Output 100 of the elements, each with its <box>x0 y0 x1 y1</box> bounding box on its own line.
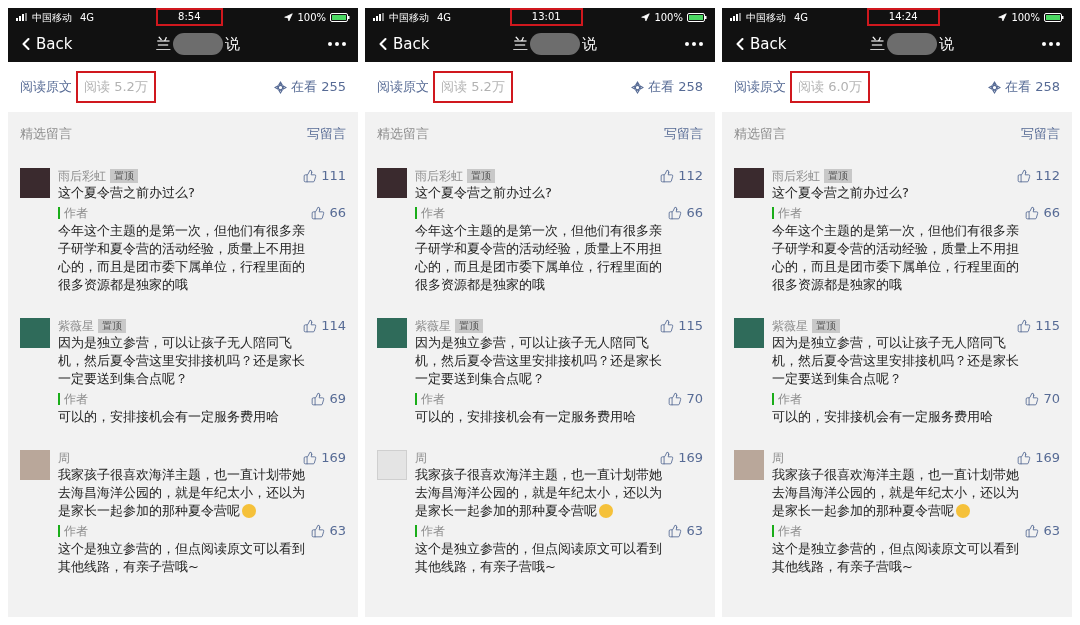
battery-icon <box>330 12 350 22</box>
carrier-name: 中国移动 <box>746 10 786 25</box>
battery-icon <box>1044 12 1064 22</box>
thumbs-up-icon[interactable] <box>660 318 675 333</box>
section-title: 精选留言 <box>377 125 429 143</box>
thumbs-up-icon[interactable] <box>1025 205 1040 220</box>
commenter-name: 紫薇星 <box>772 317 808 335</box>
read-original-link[interactable]: 阅读原文 <box>734 77 786 97</box>
thumbs-up-icon[interactable] <box>1017 168 1032 183</box>
read-count: 阅读 5.2万 <box>433 71 513 103</box>
watching-count: 在看 258 <box>1005 78 1060 97</box>
thumbs-up-icon[interactable] <box>668 391 683 406</box>
flower-icon[interactable] <box>274 80 288 94</box>
like-count: 169 <box>321 448 346 467</box>
read-original-link[interactable]: 阅读原文 <box>377 77 429 97</box>
back-button[interactable]: Back <box>373 32 430 56</box>
commenter-name: 周 <box>415 449 427 467</box>
reply-text: 今年这个主题的是第一次，但他们有很多亲子研学和夏令营的活动经验，质量上不用担心的，而且是团市委下属单位，行程里面的很多资源都是独家的哦 <box>772 221 1020 294</box>
thumbs-up-icon[interactable] <box>1017 318 1032 333</box>
like-count: 115 <box>678 316 703 335</box>
status-time: 8:54 <box>156 8 223 26</box>
commenter-name: 雨后彩虹 <box>772 167 820 185</box>
like-count: 169 <box>1035 448 1060 467</box>
status-time: 14:24 <box>866 8 940 26</box>
thumbs-up-icon[interactable] <box>660 168 675 183</box>
commenter-name: 周 <box>58 449 70 467</box>
commenter-name: 紫薇星 <box>58 317 94 335</box>
back-button[interactable]: Back <box>16 32 73 56</box>
network-type: 4G <box>80 10 95 25</box>
thumbs-up-icon[interactable] <box>303 168 318 183</box>
back-button[interactable]: Back <box>730 32 787 56</box>
comment-text: 我家孩子很喜欢海洋主题，也一直计划带她去海昌海洋公园的，就是年纪太小，还以为是家长一起参加的那种夏令营呢 <box>772 465 1020 520</box>
carrier-name: 中国移动 <box>389 10 429 25</box>
author-label: 作者 <box>58 524 88 537</box>
title-end: 说 <box>939 33 955 55</box>
title-end: 说 <box>225 33 241 55</box>
thumbs-up-icon[interactable] <box>311 523 326 538</box>
carrier-name: 中国移动 <box>32 10 72 25</box>
watching-count: 在看 258 <box>648 78 703 97</box>
title-end: 说 <box>582 33 598 55</box>
blurred-region <box>887 33 938 55</box>
author-label: 作者 <box>58 206 88 219</box>
read-count: 阅读 5.2万 <box>76 71 156 103</box>
author-label: 作者 <box>772 524 802 537</box>
author-label: 作者 <box>415 524 445 537</box>
section-title: 精选留言 <box>734 125 786 143</box>
like-count: 70 <box>1043 389 1060 408</box>
reply-text: 今年这个主题的是第一次，但他们有很多亲子研学和夏令营的活动经验，质量上不用担心的，而且是团市委下属单位，行程里面的很多资源都是独家的哦 <box>58 221 306 294</box>
emoji-icon <box>956 504 970 518</box>
thumbs-up-icon[interactable] <box>1025 391 1040 406</box>
reply-text: 可以的，安排接机会有一定服务费用哈 <box>772 407 994 426</box>
status-time: 13:01 <box>509 8 583 26</box>
commenter-name: 紫薇星 <box>415 317 451 335</box>
title-start: 兰 <box>513 33 529 55</box>
pinned-badge: 置顶 <box>467 168 495 183</box>
comment-text: 这个夏令营之前办过么? <box>58 183 196 202</box>
like-count: 63 <box>1043 521 1060 540</box>
reply-text: 今年这个主题的是第一次，但他们有很多亲子研学和夏令营的活动经验，质量上不用担心的，而且是团市委下属单位，行程里面的很多资源都是独家的哦 <box>415 221 663 294</box>
battery-percent: 100% <box>654 10 683 25</box>
reply-text: 可以的，安排接机会有一定服务费用哈 <box>58 407 280 426</box>
write-comment-link[interactable]: 写留言 <box>664 124 703 144</box>
write-comment-link[interactable]: 写留言 <box>1021 124 1060 144</box>
write-comment-link[interactable]: 写留言 <box>307 124 346 144</box>
like-count: 169 <box>678 448 703 467</box>
thumbs-up-icon[interactable] <box>303 450 318 465</box>
like-count: 69 <box>329 389 346 408</box>
thumbs-up-icon[interactable] <box>311 205 326 220</box>
signal-icon <box>730 13 742 21</box>
like-count: 114 <box>321 316 346 335</box>
like-count: 63 <box>686 521 703 540</box>
comment-text: 我家孩子很喜欢海洋主题，也一直计划带她去海昌海洋公园的，就是年纪太小，还以为是家长一起参加的那种夏令营呢 <box>58 465 306 520</box>
like-count: 112 <box>678 166 703 185</box>
pinned-badge: 置顶 <box>824 168 852 183</box>
like-count: 66 <box>686 203 703 222</box>
pinned-badge: 置顶 <box>98 318 126 333</box>
thumbs-up-icon[interactable] <box>1025 523 1040 538</box>
comment-text: 因为是独立参营，可以让孩子无人陪同飞机，然后夏令营这里安排接机吗？还是家长一定要送到集合点呢？ <box>415 333 663 388</box>
comment-text: 这个夏令营之前办过么? <box>772 183 910 202</box>
comment-text: 这个夏令营之前办过么? <box>415 183 553 202</box>
thumbs-up-icon[interactable] <box>311 391 326 406</box>
watching-count: 在看 255 <box>291 78 346 97</box>
battery-percent: 100% <box>1011 10 1040 25</box>
comment-text: 因为是独立参营，可以让孩子无人陪同飞机，然后夏令营这里安排接机吗？还是家长一定要送到集合点呢？ <box>58 333 306 388</box>
commenter-name: 雨后彩虹 <box>58 167 106 185</box>
flower-icon[interactable] <box>631 80 645 94</box>
thumbs-up-icon[interactable] <box>660 450 675 465</box>
like-count: 70 <box>686 389 703 408</box>
reply-text: 这个是独立参营的，但点阅读原文可以看到其他线路，有亲子营哦~ <box>415 539 663 576</box>
like-count: 66 <box>329 203 346 222</box>
thumbs-up-icon[interactable] <box>668 523 683 538</box>
flower-icon[interactable] <box>988 80 1002 94</box>
thumbs-up-icon[interactable] <box>1017 450 1032 465</box>
network-type: 4G <box>794 10 809 25</box>
thumbs-up-icon[interactable] <box>303 318 318 333</box>
read-original-link[interactable]: 阅读原文 <box>20 77 72 97</box>
blurred-region <box>173 33 224 55</box>
battery-icon <box>687 12 707 22</box>
thumbs-up-icon[interactable] <box>668 205 683 220</box>
pinned-badge: 置顶 <box>110 168 138 183</box>
blurred-region <box>530 33 581 55</box>
